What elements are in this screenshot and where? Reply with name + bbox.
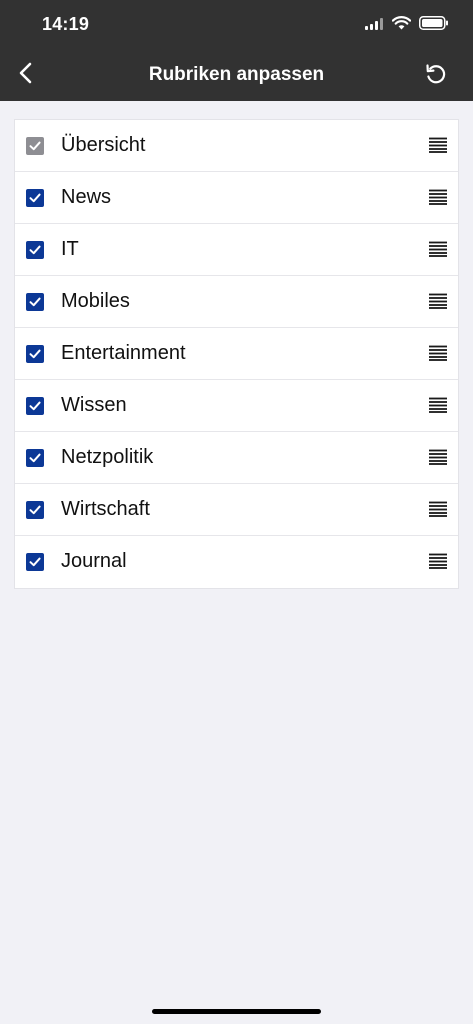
- checkmark-icon: [29, 297, 41, 307]
- checkmark-icon: [29, 245, 41, 255]
- checkmark-icon: [29, 557, 41, 567]
- checkmark-icon: [29, 505, 41, 515]
- section-label: News: [61, 186, 112, 208]
- section-checkbox[interactable]: [26, 293, 44, 311]
- section-row[interactable]: IT: [15, 224, 458, 276]
- checkmark-icon: [29, 193, 41, 203]
- drag-handle-icon[interactable]: [429, 137, 447, 153]
- section-label: Netzpolitik: [61, 446, 154, 468]
- section-checkbox[interactable]: [26, 397, 44, 415]
- cellular-signal-icon: [365, 17, 384, 35]
- sections-list: Übersicht News IT Mobiles Entertainment Wisse…: [14, 119, 459, 589]
- status-time: 14:19: [42, 14, 90, 34]
- section-label: Wissen: [61, 394, 127, 416]
- drag-handle-icon[interactable]: [429, 397, 447, 413]
- wifi-icon: [391, 16, 412, 35]
- section-row[interactable]: Entertainment: [15, 328, 458, 380]
- drag-handle-icon[interactable]: [429, 293, 447, 309]
- section-checkbox-disabled: [26, 137, 44, 155]
- section-label: Journal: [61, 550, 127, 572]
- reset-button[interactable]: [421, 61, 451, 91]
- section-checkbox[interactable]: [26, 345, 44, 363]
- checkmark-icon: [29, 349, 41, 359]
- checkmark-icon: [29, 141, 41, 151]
- section-row[interactable]: News: [15, 172, 458, 224]
- drag-handle-icon[interactable]: [429, 449, 447, 465]
- app-header: 14:19 Rubriken anpassen: [0, 0, 473, 101]
- section-checkbox[interactable]: [26, 241, 44, 259]
- section-checkbox[interactable]: [26, 553, 44, 571]
- checkmark-icon: [29, 401, 41, 411]
- section-row[interactable]: Netzpolitik: [15, 432, 458, 484]
- drag-handle-icon[interactable]: [429, 501, 447, 517]
- drag-handle-icon[interactable]: [429, 189, 447, 205]
- section-row[interactable]: Wirtschaft: [15, 484, 458, 536]
- section-label: IT: [61, 238, 79, 260]
- section-label: Übersicht: [61, 134, 146, 156]
- drag-handle-icon[interactable]: [429, 553, 447, 569]
- home-indicator: [152, 1009, 321, 1014]
- battery-icon: [419, 16, 449, 35]
- drag-handle-icon[interactable]: [429, 241, 447, 257]
- drag-handle-icon[interactable]: [429, 345, 447, 361]
- status-icons: [365, 16, 449, 35]
- section-row[interactable]: Übersicht: [15, 120, 458, 172]
- section-label: Entertainment: [61, 342, 186, 364]
- reset-icon: [424, 62, 448, 91]
- page-title: Rubriken anpassen: [148, 64, 325, 85]
- checkmark-icon: [29, 453, 41, 463]
- section-checkbox[interactable]: [26, 449, 44, 467]
- section-label: Mobiles: [61, 290, 130, 312]
- section-row[interactable]: Mobiles: [15, 276, 458, 328]
- section-row[interactable]: Wissen: [15, 380, 458, 432]
- section-label: Wirtschaft: [61, 498, 150, 520]
- section-checkbox[interactable]: [26, 501, 44, 519]
- section-checkbox[interactable]: [26, 189, 44, 207]
- section-row[interactable]: Journal: [15, 536, 458, 588]
